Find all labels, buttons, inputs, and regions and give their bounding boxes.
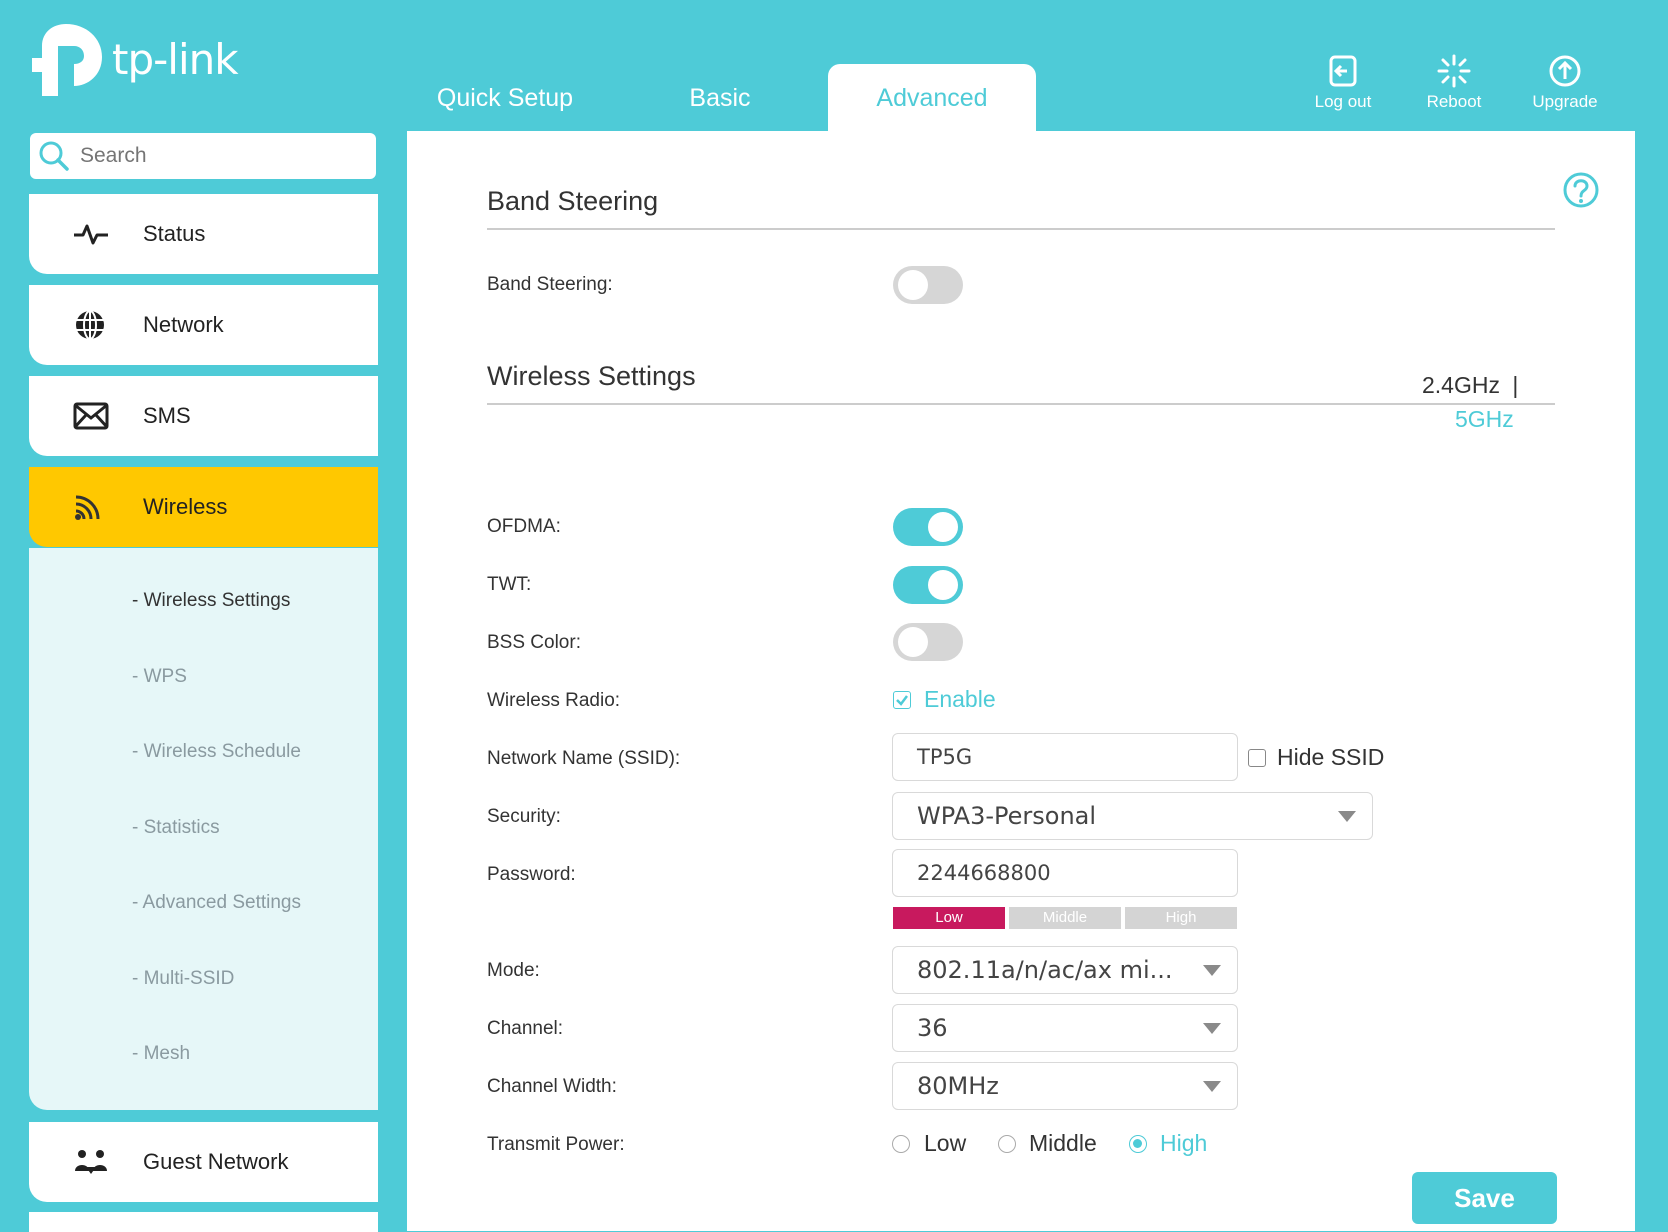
logo-text: tp-link <box>112 34 239 84</box>
search-box[interactable] <box>30 133 376 179</box>
upgrade-label: Upgrade <box>1532 92 1598 111</box>
hide-ssid-label[interactable]: Hide SSID <box>1277 744 1384 771</box>
band-steering-toggle[interactable] <box>893 266 963 304</box>
enable-label[interactable]: Enable <box>924 686 996 713</box>
band-5g-tab[interactable]: 5GHz <box>1455 406 1514 433</box>
tab-basic[interactable]: Basic <box>640 64 800 132</box>
channel-value: 36 <box>917 1014 948 1042</box>
mode-select[interactable]: 802.11a/n/ac/ax mi... <box>892 946 1238 994</box>
power-middle-label[interactable]: Middle <box>1029 1130 1097 1157</box>
submenu-statistics[interactable]: - Statistics <box>132 817 220 839</box>
band-steering-title: Band Steering <box>487 186 659 216</box>
divider <box>487 403 1555 405</box>
password-input[interactable]: 2244668800 <box>892 849 1238 897</box>
transmit-power-label: Transmit Power: <box>487 1134 625 1155</box>
search-input[interactable] <box>78 143 362 169</box>
wireless-radio-label: Wireless Radio: <box>487 690 621 711</box>
sidebar-item-label: SMS <box>143 403 191 428</box>
divider <box>487 228 1555 230</box>
ofdma-toggle[interactable] <box>893 508 963 546</box>
logout-icon <box>1329 55 1357 87</box>
password-value: 2244668800 <box>917 861 1051 885</box>
mode-label: Mode: <box>487 960 540 981</box>
envelope-icon <box>73 402 143 430</box>
chevron-down-icon <box>1203 1081 1221 1092</box>
users-icon <box>73 1149 143 1175</box>
chevron-down-icon <box>1203 1023 1221 1034</box>
sidebar-item-status[interactable]: Status <box>29 194 378 274</box>
strength-high: High <box>1125 907 1237 929</box>
pulse-icon <box>73 222 143 246</box>
security-label: Security: <box>487 806 561 827</box>
band-2g-tab[interactable]: 2.4GHz | <box>1422 372 1518 399</box>
power-low-label[interactable]: Low <box>924 1130 966 1157</box>
power-low-radio[interactable] <box>892 1135 910 1153</box>
sidebar-item-label: Status <box>143 221 206 246</box>
sidebar-item-network[interactable]: Network <box>29 285 378 365</box>
upgrade-icon <box>1549 55 1581 87</box>
channel-width-value: 80MHz <box>917 1072 999 1100</box>
tab-quick-setup[interactable]: Quick Setup <box>415 64 595 132</box>
ssid-value: TP5G <box>917 745 973 769</box>
password-label: Password: <box>487 864 576 885</box>
reboot-button[interactable]: Reboot <box>1409 54 1499 112</box>
sidebar-item-wireless[interactable]: Wireless <box>29 467 378 547</box>
wireless-submenu: - Wireless Settings - WPS - Wireless Sch… <box>29 548 378 1110</box>
logout-button[interactable]: Log out <box>1298 54 1388 112</box>
submenu-advanced-settings[interactable]: - Advanced Settings <box>132 892 301 914</box>
mode-value: 802.11a/n/ac/ax mi... <box>917 956 1173 984</box>
reboot-icon <box>1437 54 1471 88</box>
bss-color-label: BSS Color: <box>487 632 581 653</box>
ssid-input[interactable]: TP5G <box>892 733 1238 781</box>
chevron-down-icon <box>1203 965 1221 976</box>
sidebar-item-label: Network <box>143 312 224 337</box>
wifi-icon <box>73 492 143 522</box>
submenu-wireless-settings[interactable]: - Wireless Settings <box>132 590 290 612</box>
strength-middle: Middle <box>1009 907 1121 929</box>
band-separator: | <box>1512 372 1519 398</box>
submenu-mesh[interactable]: - Mesh <box>132 1043 190 1065</box>
sidebar-item-sms[interactable]: SMS <box>29 376 378 456</box>
submenu-wps[interactable]: - WPS <box>132 666 187 688</box>
submenu-wireless-schedule[interactable]: - Wireless Schedule <box>132 741 301 763</box>
sidebar-next-item[interactable] <box>29 1212 378 1232</box>
save-button[interactable]: Save <box>1412 1172 1557 1224</box>
tab-advanced[interactable]: Advanced <box>828 64 1036 132</box>
security-select[interactable]: WPA3-Personal <box>892 792 1373 840</box>
power-high-label[interactable]: High <box>1160 1130 1207 1157</box>
tp-link-logo-icon <box>32 24 102 96</box>
twt-toggle[interactable] <box>893 566 963 604</box>
channel-width-label: Channel Width: <box>487 1076 617 1097</box>
help-icon[interactable] <box>1562 171 1600 214</box>
chevron-down-icon <box>1338 811 1356 822</box>
band-2g-label: 2.4GHz <box>1422 372 1500 398</box>
twt-label: TWT: <box>487 574 532 595</box>
hide-ssid-checkbox[interactable] <box>1248 749 1266 767</box>
channel-label: Channel: <box>487 1018 564 1039</box>
reboot-label: Reboot <box>1426 92 1482 111</box>
power-middle-radio[interactable] <box>998 1135 1016 1153</box>
sidebar-item-label: Guest Network <box>143 1149 289 1174</box>
logout-label: Log out <box>1314 92 1372 111</box>
bss-color-toggle[interactable] <box>893 623 963 661</box>
upgrade-button[interactable]: Upgrade <box>1520 54 1610 112</box>
security-value: WPA3-Personal <box>917 802 1097 830</box>
channel-width-select[interactable]: 80MHz <box>892 1062 1238 1110</box>
wireless-settings-title: Wireless Settings <box>487 361 696 391</box>
sidebar-item-guest-network[interactable]: Guest Network <box>29 1122 378 1202</box>
power-high-radio[interactable] <box>1129 1135 1147 1153</box>
channel-select[interactable]: 36 <box>892 1004 1238 1052</box>
ofdma-label: OFDMA: <box>487 516 561 537</box>
strength-low: Low <box>893 907 1005 929</box>
band-steering-label: Band Steering: <box>487 274 613 295</box>
submenu-multi-ssid[interactable]: - Multi-SSID <box>132 968 234 990</box>
tp-link-logo: tp-link <box>28 20 239 98</box>
wireless-radio-checkbox[interactable] <box>893 691 911 709</box>
sidebar-item-label: Wireless <box>143 494 228 519</box>
globe-icon <box>73 308 143 342</box>
search-icon <box>39 141 69 171</box>
ssid-label: Network Name (SSID): <box>487 748 681 769</box>
